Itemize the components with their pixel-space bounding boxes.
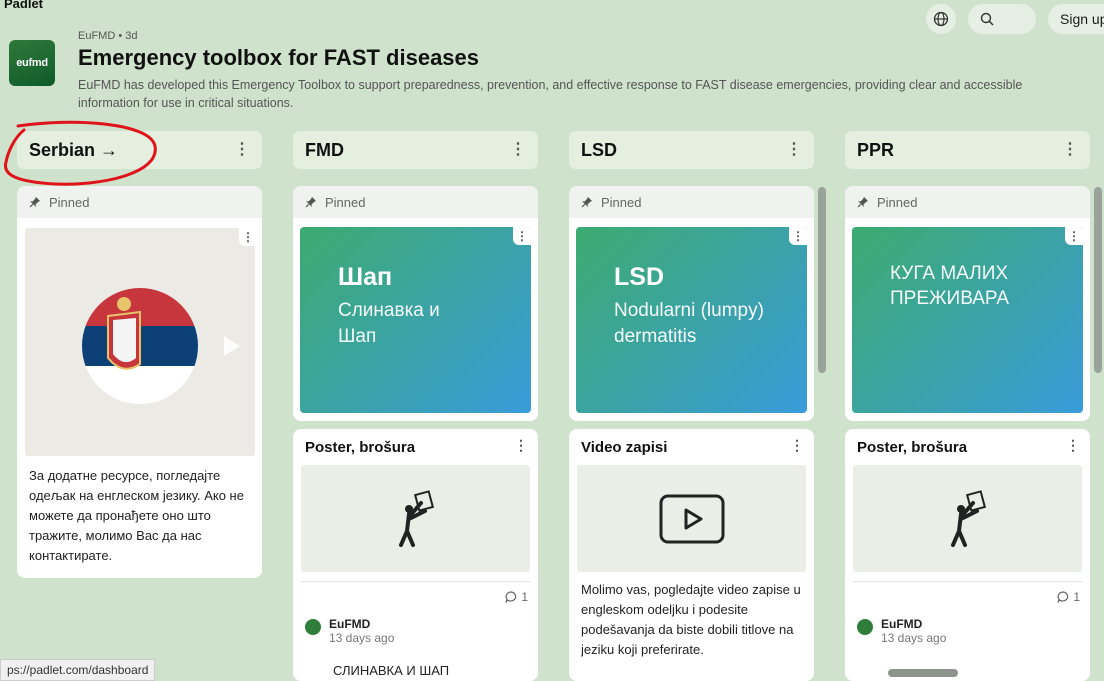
post-menu-icon[interactable]: ⋮: [789, 227, 807, 245]
ppr-banner[interactable]: КУГА МАЛИХ ПРЕЖИВАРА ⋮: [852, 227, 1083, 413]
search-button[interactable]: [968, 4, 1036, 34]
post-menu-icon[interactable]: ⋮: [1066, 437, 1080, 454]
pinned-label: Pinned: [49, 194, 90, 210]
pinned-label: Pinned: [877, 194, 918, 210]
board-logo: eufmd: [9, 40, 55, 86]
post-text: Molimo vas, pogledajte video zapise u en…: [581, 582, 801, 657]
lsd-banner[interactable]: LSD Nodularni (lumpy) dermatitis ⋮: [576, 227, 807, 413]
post-menu-icon[interactable]: ⋮: [239, 228, 257, 246]
banner-title: КУГА МАЛИХ ПРЕЖИВАРА: [890, 263, 1009, 309]
comment-count[interactable]: 1: [504, 590, 528, 604]
column-scrollbar[interactable]: [818, 187, 826, 373]
column-menu-icon[interactable]: ⋮: [510, 142, 526, 158]
post-card[interactable]: Video zapisi ⋮ Molimo vas, pogledajte vi…: [569, 429, 814, 681]
comment-count-value: 1: [1073, 590, 1080, 604]
post-card[interactable]: Poster, brošura ⋮ 1 EuFMD 13 days ago СЛ…: [293, 429, 538, 681]
column-ppr: PPR ⋮ Pinned КУГА МАЛИХ ПРЕЖИВАРА ⋮ Post…: [845, 131, 1102, 681]
serbian-flag-icon: [82, 288, 240, 404]
post-menu-icon[interactable]: ⋮: [513, 227, 531, 245]
pin-icon: [857, 197, 868, 208]
sign-up-button[interactable]: Sign up: [1048, 4, 1104, 34]
document-thumbnail[interactable]: [301, 465, 530, 572]
divider: [853, 581, 1082, 582]
globe-icon: [933, 11, 949, 27]
column-menu-icon[interactable]: ⋮: [1062, 142, 1078, 158]
post-excerpt: СЛИНАВКА И ШАП: [333, 663, 450, 678]
comment-count[interactable]: 1: [1056, 590, 1080, 604]
search-icon: [980, 12, 994, 26]
padlet-logo[interactable]: Padlet: [4, 0, 43, 11]
post-title: Video zapisi: [581, 439, 668, 456]
post-menu-icon[interactable]: ⋮: [790, 437, 804, 454]
poster-figure-icon: [398, 489, 434, 547]
divider: [301, 581, 530, 582]
video-thumbnail[interactable]: [25, 228, 255, 456]
column-header: FMD ⋮: [293, 131, 538, 169]
column-header: LSD ⋮: [569, 131, 814, 169]
board-title: Emergency toolbox for FAST diseases: [78, 45, 480, 70]
red-annotation-circle: [3, 120, 157, 186]
comment-count-value: 1: [521, 590, 528, 604]
column-fmd: FMD ⋮ Pinned Шап Слинавка и Шап ⋮ Poster…: [293, 131, 538, 681]
column-menu-icon[interactable]: ⋮: [786, 142, 802, 158]
post-title: Poster, brošura: [305, 439, 416, 456]
pinned-row: Pinned: [845, 186, 1090, 218]
post-title: Poster, brošura: [857, 439, 968, 456]
column-header: PPR ⋮: [845, 131, 1090, 169]
column-title: FMD: [305, 139, 344, 160]
pinned-post[interactable]: Pinned Шап Слинавка и Шап ⋮: [293, 186, 538, 421]
pin-icon: [581, 197, 592, 208]
post-author: EuFMD 13 days ago: [305, 617, 394, 645]
poster-figure-icon: [950, 489, 986, 547]
language-button[interactable]: [926, 4, 956, 34]
status-bar-url: ps://padlet.com/dashboard: [0, 659, 156, 681]
author-avatar: [857, 619, 873, 635]
banner-subtitle: Слинавка и Шап: [338, 300, 440, 347]
pinned-post[interactable]: Pinned КУГА МАЛИХ ПРЕЖИВАРА ⋮: [845, 186, 1090, 421]
top-toolbar: Sign up: [926, 4, 1104, 34]
author-avatar: [305, 619, 321, 635]
comment-icon: [1057, 591, 1069, 603]
banner-title: Шап: [338, 263, 393, 291]
column-title: LSD: [581, 139, 617, 160]
post-menu-icon[interactable]: ⋮: [514, 437, 528, 454]
pin-icon: [29, 197, 40, 208]
pinned-post[interactable]: Pinned LSD Nodularni (lumpy) dermatitis …: [569, 186, 814, 421]
board-meta: EuFMD • 3d: [78, 30, 138, 42]
banner-subtitle: Nodularni (lumpy) dermatitis: [614, 300, 764, 347]
post-time: 13 days ago: [329, 631, 395, 645]
column-lsd: LSD ⋮ Pinned LSD Nodularni (lumpy) derma…: [569, 131, 826, 681]
horizontal-scrollbar[interactable]: [888, 669, 958, 677]
pinned-post[interactable]: Pinned За додатне ресурсе, погледајте од…: [17, 186, 262, 578]
pinned-label: Pinned: [325, 194, 366, 210]
pinned-row: Pinned: [293, 186, 538, 218]
pinned-post-text: За додатне ресурсе, погледајте одељак на…: [29, 468, 244, 563]
post-card[interactable]: Poster, brošura ⋮ 1 EuFMD 13 days ago: [845, 429, 1090, 681]
document-thumbnail[interactable]: [853, 465, 1082, 572]
comment-icon: [505, 591, 517, 603]
author-name: EuFMD: [881, 617, 923, 631]
pin-icon: [305, 197, 316, 208]
board-description: EuFMD has developed this Emergency Toolb…: [78, 78, 1023, 110]
pinned-label: Pinned: [601, 194, 642, 210]
post-time: 13 days ago: [881, 631, 947, 645]
author-name: EuFMD: [329, 617, 371, 631]
column-menu-icon[interactable]: ⋮: [234, 142, 250, 158]
post-author: EuFMD 13 days ago: [857, 617, 946, 645]
post-menu-icon[interactable]: ⋮: [1065, 227, 1083, 245]
column-scrollbar[interactable]: [1094, 187, 1102, 373]
pinned-row: Pinned: [569, 186, 814, 218]
fmd-banner[interactable]: Шап Слинавка и Шап ⋮: [300, 227, 531, 413]
video-play-icon: [659, 494, 724, 543]
banner-title: LSD: [614, 263, 664, 291]
video-thumbnail[interactable]: [577, 465, 806, 572]
column-title: PPR: [857, 139, 895, 160]
